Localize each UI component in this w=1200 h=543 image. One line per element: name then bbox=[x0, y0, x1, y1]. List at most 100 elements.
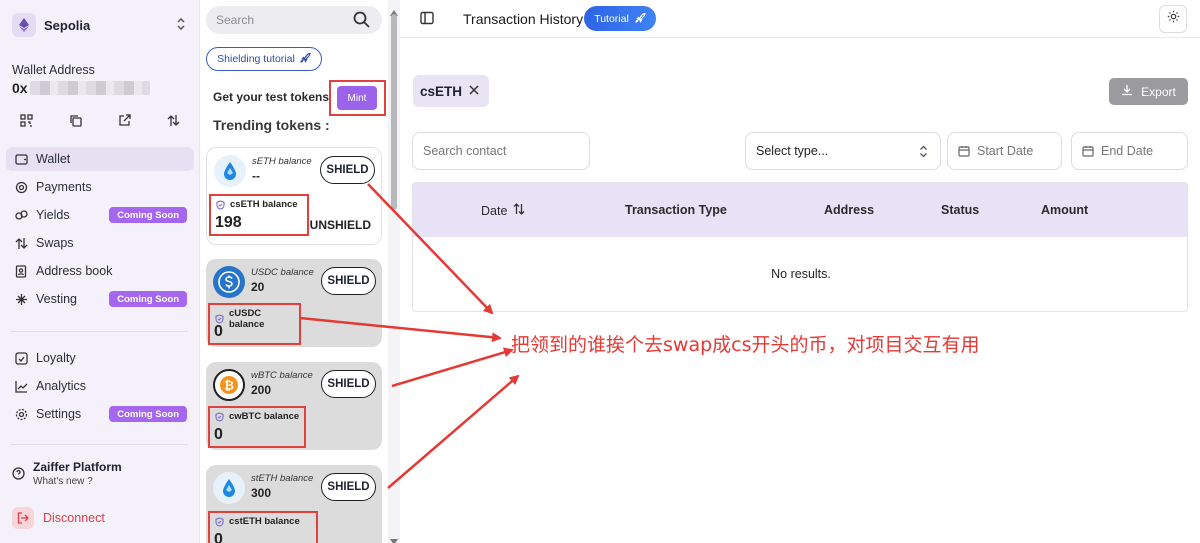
shield-icon bbox=[216, 199, 225, 210]
wallet-actions bbox=[18, 112, 181, 128]
column-header-date[interactable]: Date bbox=[481, 203, 525, 218]
confidential-balance-text: cUSDC balance bbox=[228, 308, 265, 330]
nav-item-vesting[interactable]: Vesting Coming Soon bbox=[6, 287, 194, 311]
shield-button[interactable]: SHIELD bbox=[321, 473, 376, 501]
token-panel-scrollbar[interactable] bbox=[388, 0, 400, 543]
nav-item-analytics[interactable]: Analytics bbox=[6, 374, 194, 398]
shield-button[interactable]: SHIELD bbox=[321, 267, 376, 295]
trending-tokens-heading: Trending tokens : bbox=[213, 117, 330, 133]
address-book-icon bbox=[14, 264, 28, 278]
nav-item-address-book[interactable]: Address book bbox=[6, 259, 194, 283]
close-icon[interactable] bbox=[469, 83, 479, 98]
calendar-icon bbox=[958, 145, 970, 157]
platform-link[interactable]: Zaiffer Platform What's new ? bbox=[12, 460, 122, 487]
nav-label: Analytics bbox=[36, 379, 87, 393]
token-panel: Search Shielding tutorial Get your test … bbox=[201, 0, 400, 543]
nav-label: Settings bbox=[36, 407, 82, 421]
nav-label: Wallet bbox=[36, 152, 71, 166]
theme-toggle-button[interactable] bbox=[1159, 5, 1187, 33]
shield-icon bbox=[215, 516, 224, 527]
top-bar: Transaction History Tutorial bbox=[400, 0, 1200, 38]
loyalty-icon bbox=[14, 351, 28, 365]
qr-code-icon[interactable] bbox=[18, 112, 34, 128]
calendar-icon bbox=[1082, 145, 1094, 157]
token-balance-label: USDC balance bbox=[251, 267, 314, 278]
start-date-picker[interactable]: Start Date bbox=[947, 132, 1062, 170]
transaction-table: Date Transaction Type Address Status Amo… bbox=[412, 182, 1188, 312]
wallet-icon bbox=[14, 152, 28, 166]
swap-icon bbox=[14, 236, 28, 250]
shielding-tutorial-label: Shielding tutorial bbox=[217, 53, 295, 65]
primary-nav: Wallet Payments Yields Coming Soon Swaps… bbox=[6, 147, 194, 315]
start-date-label: Start Date bbox=[977, 144, 1034, 158]
column-header-amount: Amount bbox=[1041, 203, 1089, 217]
network-selector[interactable]: Sepolia bbox=[12, 12, 192, 38]
chevron-updown-icon bbox=[919, 145, 928, 161]
token-balance-value: -- bbox=[252, 169, 260, 183]
swap-arrows-icon[interactable] bbox=[165, 112, 181, 128]
nav-item-wallet[interactable]: Wallet bbox=[6, 147, 194, 171]
token-search-input[interactable]: Search bbox=[206, 6, 382, 34]
transaction-type-select[interactable]: Select type... bbox=[745, 132, 941, 170]
nav-label: Loyalty bbox=[36, 351, 76, 365]
token-card-wbtc: ₿ wBTC balance 200 SHIELD cwBTC balance … bbox=[206, 362, 382, 450]
token-card-seth: sETH balance -- SHIELD csETH balance 198… bbox=[206, 147, 382, 245]
sidebar-divider bbox=[10, 444, 188, 445]
end-date-picker[interactable]: End Date bbox=[1071, 132, 1188, 170]
column-header-address: Address bbox=[824, 203, 875, 217]
vesting-icon bbox=[14, 292, 28, 306]
network-name: Sepolia bbox=[44, 17, 91, 33]
export-button[interactable]: Export bbox=[1109, 78, 1188, 105]
confidential-balance-label: cwBTC balance bbox=[215, 411, 299, 422]
shield-button[interactable]: SHIELD bbox=[320, 156, 375, 184]
platform-title: Zaiffer Platform bbox=[33, 460, 122, 474]
token-card-usdc: USDC balance 20 SHIELD cUSDC balance 0 bbox=[206, 259, 382, 347]
search-contact-placeholder: Search contact bbox=[423, 144, 507, 158]
token-card-steth: stETH balance 300 SHIELD cstETH balance … bbox=[206, 465, 382, 543]
search-placeholder: Search bbox=[216, 13, 255, 27]
confidential-balance-highlight: cstETH balance 0 bbox=[208, 511, 318, 543]
shielding-tutorial-button[interactable]: Shielding tutorial bbox=[206, 47, 322, 71]
nav-item-payments[interactable]: Payments bbox=[6, 175, 194, 199]
confidential-balance-text: cstETH balance bbox=[229, 516, 300, 527]
steth-drop-icon bbox=[214, 155, 246, 187]
disconnect-label: Disconnect bbox=[43, 511, 105, 525]
coming-soon-badge: Coming Soon bbox=[109, 406, 187, 422]
copy-icon[interactable] bbox=[67, 112, 83, 128]
token-filter-chip[interactable]: csETH bbox=[413, 75, 489, 107]
unshield-button[interactable]: UNSHIELD bbox=[310, 218, 371, 232]
token-filter-label: csETH bbox=[420, 83, 463, 99]
annotation-text: 把领到的谁挨个去swap成cs开头的币，对项目交互有用 bbox=[511, 334, 980, 356]
search-contact-input[interactable]: Search contact bbox=[412, 132, 590, 170]
scrollbar-thumb[interactable] bbox=[391, 14, 397, 210]
column-header-status: Status bbox=[941, 203, 980, 217]
search-icon bbox=[353, 11, 370, 31]
mint-button[interactable]: Mint bbox=[337, 86, 377, 110]
column-header-label: Date bbox=[481, 203, 508, 218]
token-balance-label: stETH balance bbox=[251, 473, 314, 484]
confidential-balance-text: cwBTC balance bbox=[229, 411, 300, 422]
external-link-icon[interactable] bbox=[116, 112, 132, 128]
nav-item-settings[interactable]: Settings Coming Soon bbox=[6, 402, 194, 426]
shield-icon bbox=[215, 411, 224, 422]
wallet-address: 0x bbox=[12, 80, 150, 96]
sidebar-divider bbox=[10, 331, 188, 332]
question-circle-icon bbox=[12, 467, 25, 487]
usdc-icon bbox=[213, 266, 245, 298]
shield-button[interactable]: SHIELD bbox=[321, 370, 376, 398]
token-balance-value: 200 bbox=[251, 383, 272, 397]
tutorial-label: Tutorial bbox=[594, 12, 629, 25]
nav-item-swaps[interactable]: Swaps bbox=[6, 231, 194, 255]
tutorial-button[interactable]: Tutorial bbox=[584, 6, 656, 31]
token-balance-label: wBTC balance bbox=[251, 370, 313, 381]
sidebar-toggle-icon[interactable] bbox=[420, 11, 434, 30]
get-test-tokens-label: Get your test tokens bbox=[213, 90, 330, 104]
nav-item-yields[interactable]: Yields Coming Soon bbox=[6, 203, 194, 227]
chevron-updown-icon bbox=[176, 17, 186, 36]
nav-label: Vesting bbox=[36, 292, 78, 306]
platform-subtitle: What's new ? bbox=[33, 476, 93, 487]
coming-soon-badge: Coming Soon bbox=[109, 207, 187, 223]
scroll-down-arrow-icon[interactable] bbox=[390, 532, 398, 543]
nav-item-loyalty[interactable]: Loyalty bbox=[6, 346, 194, 370]
disconnect-button[interactable]: Disconnect bbox=[12, 507, 105, 529]
